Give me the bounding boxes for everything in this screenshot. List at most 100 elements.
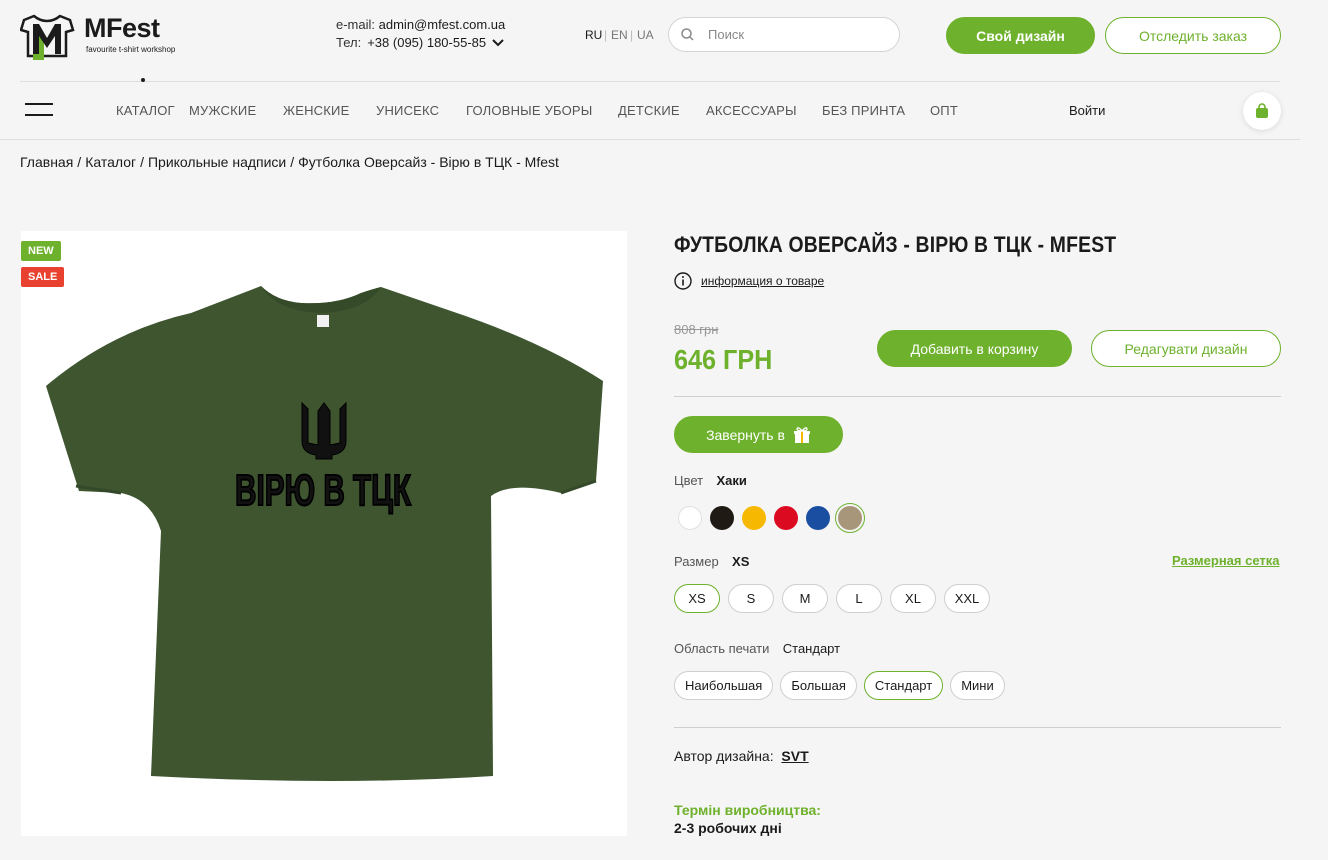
print-text: ВІРЮ В ТЦК (235, 466, 411, 515)
author-row: Автор дизайна: SVT (674, 748, 809, 764)
print-area-value: Стандарт (782, 641, 841, 656)
author-link[interactable]: SVT (781, 748, 808, 764)
breadcrumb-separator: / (290, 154, 295, 170)
size-option[interactable]: S (728, 584, 774, 613)
breadcrumb-home[interactable]: Главная (20, 154, 73, 170)
print-area-options: Наибольшая Большая Стандарт Мини (674, 671, 1005, 700)
nav-no-print[interactable]: БЕЗ ПРИНТА (822, 103, 905, 118)
breadcrumb-current: Футболка Оверсайз - Вірю в ТЦК - Mfest (298, 154, 559, 170)
color-swatch[interactable] (739, 503, 769, 533)
color-swatches (675, 503, 865, 533)
lang-separator: | (630, 28, 634, 42)
product-info-link[interactable]: информация о товаре (674, 272, 824, 290)
shopping-bag-icon (1256, 103, 1268, 118)
phone-label: Тел: (336, 35, 362, 50)
color-swatch[interactable] (771, 503, 801, 533)
tshirt-image: ВІРЮ В ТЦК (46, 286, 603, 781)
old-price: 808 грн (674, 322, 719, 337)
badge-sale: SALE (21, 267, 65, 287)
nav-headwear[interactable]: ГОЛОВНЫЕ УБОРЫ (466, 103, 593, 118)
gift-wrap-button[interactable]: Завернуть в (674, 416, 843, 453)
size-options: XS S M L XL XXL (674, 584, 990, 613)
nav-women[interactable]: ЖЕНСКИЕ (283, 103, 349, 118)
print-area-option[interactable]: Большая (780, 671, 857, 700)
chevron-down-icon[interactable] (492, 38, 504, 47)
color-swatch-fill (742, 506, 766, 530)
size-option[interactable]: XXL (944, 584, 990, 613)
logo-text: MFest (84, 13, 160, 43)
product-title: ФУТБОЛКА ОВЕРСАЙЗ - ВІРЮ В ТЦК - MFEST (674, 232, 1117, 257)
nav-men[interactable]: МУЖСКИЕ (189, 103, 256, 118)
size-option[interactable]: M (782, 584, 828, 613)
scrollbar[interactable] (1303, 0, 1328, 860)
info-icon (674, 272, 692, 290)
color-swatch-fill (774, 506, 798, 530)
email-link[interactable]: admin@mfest.com.ua (379, 17, 506, 32)
product-image[interactable]: ВІРЮ В ТЦК (21, 231, 627, 836)
price-divider (674, 396, 1281, 397)
lang-ua[interactable]: UA (637, 28, 654, 42)
cart-button[interactable] (1243, 92, 1281, 130)
gift-icon (793, 426, 810, 443)
info-link-text[interactable]: информация о товаре (701, 274, 824, 288)
nav-divider (0, 139, 1300, 140)
edit-design-button[interactable]: Редагувати дизайн (1091, 330, 1281, 367)
color-value: Хаки (716, 473, 747, 488)
print-area-option[interactable]: Наибольшая (674, 671, 774, 700)
nav-catalog[interactable]: КАТАЛОГ (116, 103, 175, 118)
current-price: 646 ГРН (674, 344, 773, 375)
add-to-cart-button[interactable]: Добавить в корзину (877, 330, 1072, 367)
contact-email: e-mail: admin@mfest.com.ua (336, 17, 505, 32)
size-chart-link[interactable]: Размерная сетка (1172, 553, 1280, 568)
search-icon (681, 28, 694, 41)
size-value: XS (732, 554, 750, 569)
options-divider (674, 727, 1281, 728)
print-area-option[interactable]: Мини (950, 671, 1005, 700)
header-divider (20, 81, 1280, 82)
breadcrumb-category[interactable]: Прикольные надписи (148, 154, 286, 170)
production-label: Термін виробництва: (674, 802, 821, 818)
author-label: Автор дизайна: (674, 748, 774, 764)
menu-icon[interactable] (25, 103, 53, 116)
color-swatch-fill (838, 506, 862, 530)
color-swatch-fill (806, 506, 830, 530)
login-link[interactable]: Войти (1069, 103, 1105, 118)
size-row: Размер XS (674, 553, 749, 571)
phone-number[interactable]: +38 (095) 180-55-85 (367, 35, 486, 50)
search-box[interactable] (668, 17, 900, 52)
badge-new: NEW (21, 241, 61, 261)
color-row: Цвет Хаки (674, 472, 747, 490)
nav-wholesale[interactable]: ОПТ (930, 103, 958, 118)
print-area-row: Область печати Стандарт (674, 640, 840, 658)
track-order-button[interactable]: Отследить заказ (1105, 17, 1281, 54)
print-area-option[interactable]: Стандарт (863, 671, 944, 700)
gift-wrap-label: Завернуть в (706, 426, 785, 443)
nav-accessories[interactable]: АКСЕССУАРЫ (706, 103, 797, 118)
color-swatch[interactable] (803, 503, 833, 533)
size-option[interactable]: XL (890, 584, 936, 613)
print-area-label: Область печати (674, 641, 770, 656)
lang-en[interactable]: EN (611, 28, 628, 42)
lang-separator: | (604, 28, 608, 42)
size-option[interactable]: XS (674, 584, 720, 613)
breadcrumb-separator: / (140, 154, 144, 170)
nav-unisex[interactable]: УНИСЕКС (376, 103, 439, 118)
color-label: Цвет (674, 473, 704, 488)
color-swatch-fill (678, 506, 702, 530)
breadcrumb: Главная / Каталог / Прикольные надписи / Фу… (20, 154, 559, 170)
lang-ru[interactable]: RU (585, 28, 602, 42)
breadcrumb-separator: / (77, 154, 82, 170)
own-design-button[interactable]: Свой дизайн (946, 17, 1095, 54)
email-label: e-mail: (336, 17, 376, 32)
contact-phone[interactable]: Тел: +38 (095) 180-55-85 (336, 35, 504, 50)
nav-kids[interactable]: ДЕТСКИЕ (618, 103, 680, 118)
color-swatch-fill (710, 506, 734, 530)
color-swatch[interactable] (707, 503, 737, 533)
logo-tagline: favourite t-shirt workshop (86, 45, 176, 54)
color-swatch[interactable] (835, 503, 865, 533)
color-swatch[interactable] (675, 503, 705, 533)
breadcrumb-catalog[interactable]: Каталог (85, 154, 136, 170)
size-label: Размер (674, 554, 719, 569)
search-input[interactable] (706, 26, 880, 43)
size-option[interactable]: L (836, 584, 882, 613)
